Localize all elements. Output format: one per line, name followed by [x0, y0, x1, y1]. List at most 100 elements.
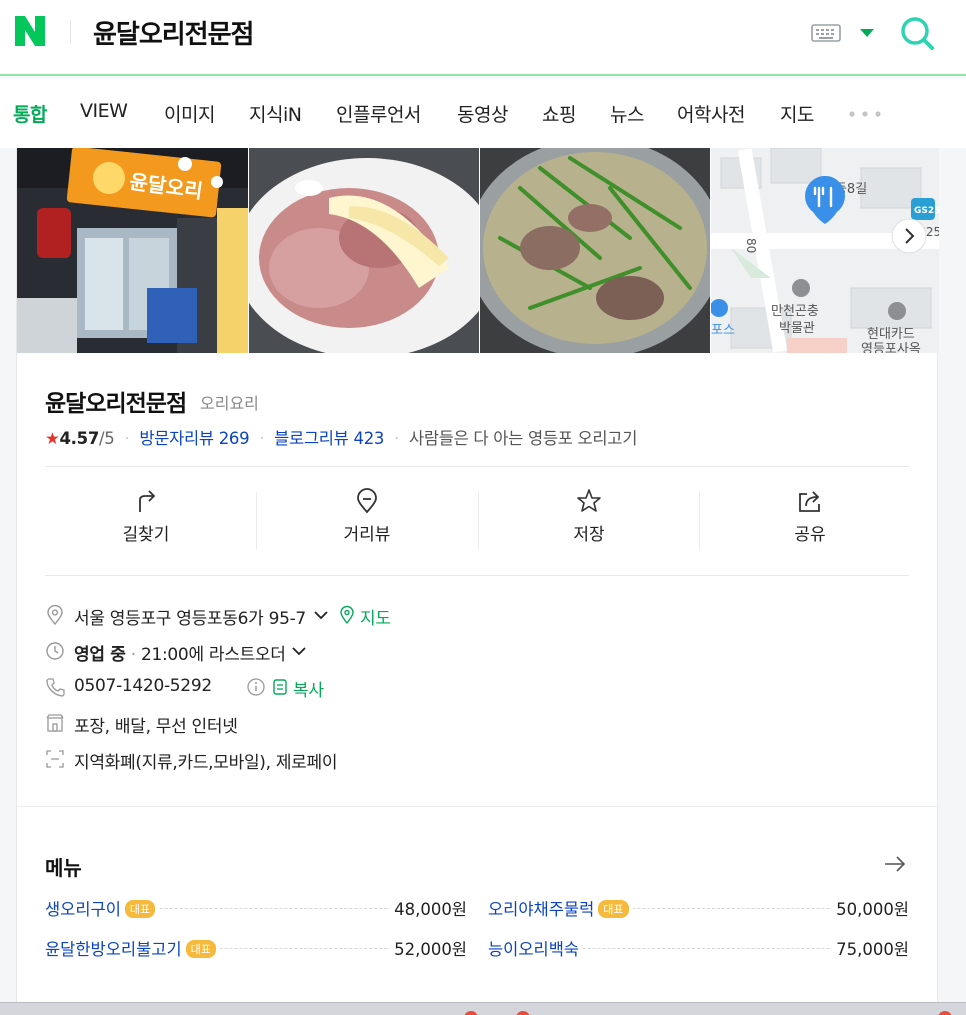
- business-status: 영업 중: [74, 645, 126, 665]
- place-card: 윤달오리 80 영등8길 GS25 만천곤충 박물관 현대카드 영등포사옥 포스…: [16, 148, 939, 1015]
- blog-reviews-link[interactable]: 블로그리뷰 423: [274, 429, 384, 448]
- chevron-down-icon[interactable]: [859, 28, 875, 38]
- signature-badge: 대표: [124, 900, 156, 918]
- map-left-poi: 포스: [711, 323, 735, 338]
- info-icon[interactable]: [247, 678, 265, 696]
- star-icon: ★: [45, 429, 60, 448]
- phone-row: 0507-1420-5292 복사: [45, 676, 365, 701]
- tab-dictionary[interactable]: 어학사전: [677, 100, 745, 127]
- tab-map[interactable]: 지도: [780, 100, 814, 127]
- tab-influencer[interactable]: 인플루언서: [336, 100, 421, 127]
- payment-row: 지역화폐(지류,카드,모바일), 제로페이: [45, 748, 545, 773]
- address-text: 서울 영등포구 영등포동6가 95-7: [74, 609, 306, 629]
- tab-images[interactable]: 이미지: [164, 100, 215, 127]
- share-icon: [799, 491, 820, 512]
- share-button[interactable]: 공유: [699, 488, 921, 552]
- tab-shopping[interactable]: 쇼핑: [542, 100, 576, 127]
- menu-item-price: 52,000원: [390, 936, 467, 960]
- search-query[interactable]: 윤달오리전문점: [93, 14, 254, 51]
- place-category: 오리요리: [200, 394, 259, 413]
- menu-item-price: 48,000원: [390, 896, 467, 920]
- save-button[interactable]: 저장: [478, 488, 700, 552]
- map-link[interactable]: 지도: [360, 604, 391, 629]
- map-poi-2b: 영등포사옥: [861, 342, 921, 353]
- more-tabs-icon[interactable]: [848, 110, 882, 118]
- rating-value: 4.57: [59, 429, 100, 448]
- share-label: 공유: [794, 525, 826, 545]
- street-view-icon: [357, 488, 377, 514]
- search-tabs: 통합 VIEW 이미지 지식iN 인플루언서 동영상 쇼핑 뉴스 어학사전 지도: [0, 78, 966, 148]
- bottom-toolbar: [0, 1002, 966, 1015]
- divider: [45, 466, 909, 467]
- arrow-right-icon[interactable]: [883, 854, 907, 874]
- menu-item[interactable]: 능이오리백숙 75,000원: [488, 936, 909, 960]
- tab-view[interactable]: VIEW: [80, 100, 128, 122]
- map-poi-2: 현대카드: [867, 327, 915, 342]
- menu-item-name: 윤달한방오리불고기: [45, 940, 182, 959]
- map-cross-label: 80: [744, 238, 758, 253]
- directions-label: 길찾기: [122, 525, 170, 545]
- storefront-photo[interactable]: 윤달오리: [17, 148, 248, 353]
- search-header: 윤달오리전문점: [0, 0, 966, 76]
- save-label: 저장: [573, 525, 605, 545]
- duck-stew-photo[interactable]: [480, 148, 710, 353]
- menu-item-name: 능이오리백숙: [488, 940, 580, 959]
- menu-item-price: 75,000원: [832, 936, 909, 960]
- rating-total: /5: [99, 429, 115, 448]
- keyboard-icon[interactable]: [811, 24, 841, 42]
- notification-dot: [516, 1011, 530, 1015]
- meta-separator: ·: [394, 429, 400, 448]
- menu-item-name: 생오리구이: [45, 900, 121, 919]
- phone-number[interactable]: 0507-1420-5292: [74, 676, 212, 696]
- signature-badge: 대표: [598, 900, 629, 918]
- meta-separator: ·: [259, 429, 265, 448]
- section-divider: [17, 806, 939, 807]
- street-view-label: 거리뷰: [343, 525, 391, 545]
- menu-item-price: 50,000원: [832, 896, 909, 920]
- tab-knowledge-in[interactable]: 지식iN: [249, 100, 302, 127]
- tab-all[interactable]: 통합: [13, 100, 47, 127]
- menu-item[interactable]: 오리야채주물럭 대표 50,000원: [488, 896, 909, 920]
- divider: [45, 575, 909, 576]
- menu-item[interactable]: 윤달한방오리불고기 대표 52,000원: [45, 936, 467, 960]
- place-meta: ★4.57/5 · 방문자리뷰 269 · 블로그리뷰 423 · 사람들은 다…: [45, 425, 637, 449]
- amenities-text: 포장, 배달, 무선 인터넷: [74, 717, 238, 737]
- header-divider: [70, 20, 71, 44]
- tab-news[interactable]: 뉴스: [610, 100, 644, 127]
- map-poi-1b: 박물관: [779, 321, 815, 336]
- raw-duck-photo[interactable]: [249, 148, 479, 353]
- phone-icon: [46, 678, 65, 697]
- store-icon: [46, 714, 64, 732]
- payment-text: 지역화폐(지류,카드,모바일), 제로페이: [74, 753, 338, 773]
- map-pin-icon: [340, 605, 354, 625]
- address-row: 서울 영등포구 영등포동6가 95-7 지도: [45, 604, 425, 629]
- menu-title: 메뉴: [45, 856, 82, 880]
- directions-icon: [139, 490, 156, 512]
- hours-row: 영업 중 · 21:00에 라스트오더: [45, 640, 345, 665]
- menu-item-name: 오리야채주물럭: [488, 900, 595, 919]
- notification-dot: [464, 1011, 478, 1015]
- directions-button[interactable]: 길찾기: [35, 488, 257, 552]
- clock-icon: [46, 642, 64, 660]
- menu-item[interactable]: 생오리구이 대표 48,000원: [45, 896, 467, 920]
- chevron-down-icon[interactable]: [291, 645, 307, 657]
- street-view-button[interactable]: 거리뷰: [256, 488, 478, 552]
- copy-button[interactable]: 복사: [293, 676, 324, 701]
- place-description: 사람들은 다 아는 영등포 오리고기: [408, 429, 638, 448]
- next-photo-icon[interactable]: [891, 218, 927, 254]
- meta-separator: ·: [124, 429, 130, 448]
- meta-separator: ·: [125, 645, 141, 665]
- hours-text: 영업 중 · 21:00에 라스트오더: [74, 640, 286, 665]
- map-poi-1: 만천곤충: [771, 304, 819, 319]
- amenities-row: 포장, 배달, 무선 인터넷: [45, 712, 445, 737]
- chevron-down-icon[interactable]: [313, 609, 329, 621]
- tab-video[interactable]: 동영상: [457, 100, 508, 127]
- star-icon: [577, 489, 601, 512]
- search-icon[interactable]: [899, 15, 935, 51]
- copy-icon: [273, 679, 287, 695]
- naver-logo[interactable]: [13, 14, 47, 48]
- place-name[interactable]: 윤달오리전문점: [45, 384, 187, 418]
- visitor-reviews-link[interactable]: 방문자리뷰 269: [139, 429, 249, 448]
- map-gs25-badge: GS25: [914, 206, 939, 216]
- location-pin-icon: [47, 605, 63, 625]
